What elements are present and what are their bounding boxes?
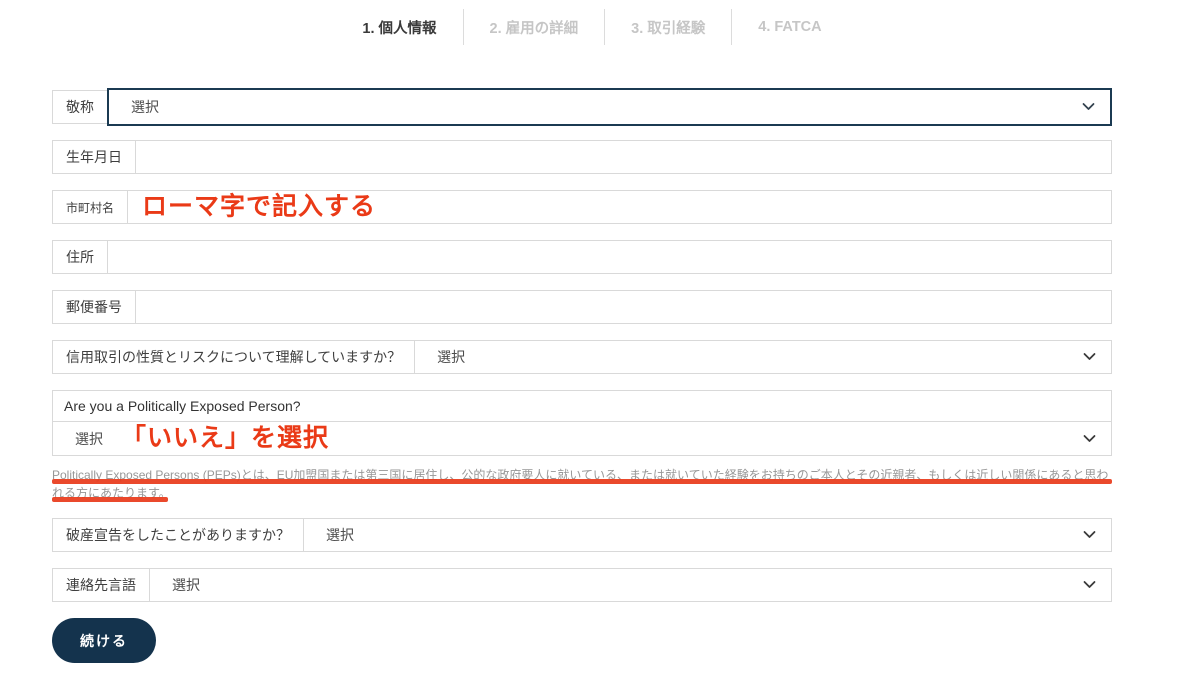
form-row-title: 敬称 選択 [52, 88, 1112, 126]
chevron-down-icon [1083, 434, 1096, 443]
pep-description: Politically Exposed Persons (PEPs)とは、EU加… [52, 466, 1112, 502]
pep-annotation: 「いいえ」を選択 [121, 426, 329, 451]
postal-label: 郵便番号 [53, 291, 136, 323]
form-row-address: 住所 [52, 240, 1112, 274]
address-input[interactable] [108, 241, 1111, 273]
title-label: 敬称 [52, 90, 107, 124]
pep-block: Are you a Politically Exposed Person? 選択… [52, 390, 1112, 456]
form-row-bankruptcy: 破産宣告をしたことがありますか？ 選択 [52, 518, 1112, 552]
chevron-down-icon [1083, 531, 1096, 540]
bankruptcy-select-value: 選択 [304, 525, 354, 545]
margin-understanding-select-value: 選択 [415, 347, 465, 367]
pep-description-text: Politically Exposed Persons (PEPs)とは、EU加… [52, 468, 1108, 500]
red-underline-mark [52, 497, 168, 502]
language-select[interactable]: 選択 [150, 569, 1111, 601]
bankruptcy-label: 破産宣告をしたことがありますか？ [53, 519, 304, 551]
step-indicator: 1. 個人情報 2. 雇用の詳細 3. 取引経験 4. FATCA [0, 8, 1184, 46]
form-row-margin-understanding: 信用取引の性質とリスクについて理解していますか？ 選択 [52, 340, 1112, 374]
personal-info-form: 敬称 選択 生年月日 市町村名 ローマ字で記入する 住所 [52, 88, 1112, 663]
chevron-down-icon [1082, 103, 1095, 112]
page-root: 1. 個人情報 2. 雇用の詳細 3. 取引経験 4. FATCA 敬称 選択 … [0, 8, 1184, 697]
step-personal-info: 1. 個人情報 [336, 17, 462, 38]
pep-question: Are you a Politically Exposed Person? [53, 391, 1111, 422]
city-input[interactable] [128, 191, 1111, 223]
language-label: 連絡先言語 [53, 569, 150, 601]
bankruptcy-select[interactable]: 選択 [304, 519, 1111, 551]
form-row-language: 連絡先言語 選択 [52, 568, 1112, 602]
dob-input[interactable] [136, 141, 1111, 173]
address-label: 住所 [53, 241, 108, 273]
margin-understanding-label: 信用取引の性質とリスクについて理解していますか？ [53, 341, 415, 373]
title-select[interactable]: 選択 [107, 88, 1112, 126]
chevron-down-icon [1083, 353, 1096, 362]
margin-understanding-select[interactable]: 選択 [415, 341, 1111, 373]
continue-button[interactable]: 続ける [52, 618, 156, 663]
pep-select-value: 選択 [53, 429, 103, 449]
dob-label: 生年月日 [53, 141, 136, 173]
pep-select[interactable]: 選択 「いいえ」を選択 [53, 422, 1111, 455]
red-underline-mark [52, 479, 1112, 484]
step-employment-details: 2. 雇用の詳細 [464, 17, 605, 38]
postal-input[interactable] [136, 291, 1111, 323]
form-row-city: 市町村名 ローマ字で記入する [52, 190, 1112, 224]
title-select-value: 選択 [109, 97, 159, 117]
step-fatca: 4. FATCA [732, 19, 847, 35]
language-select-value: 選択 [150, 575, 200, 595]
chevron-down-icon [1083, 581, 1096, 590]
city-label: 市町村名 [53, 191, 128, 223]
form-row-dob: 生年月日 [52, 140, 1112, 174]
form-row-postal: 郵便番号 [52, 290, 1112, 324]
step-trading-experience: 3. 取引経験 [605, 17, 731, 38]
